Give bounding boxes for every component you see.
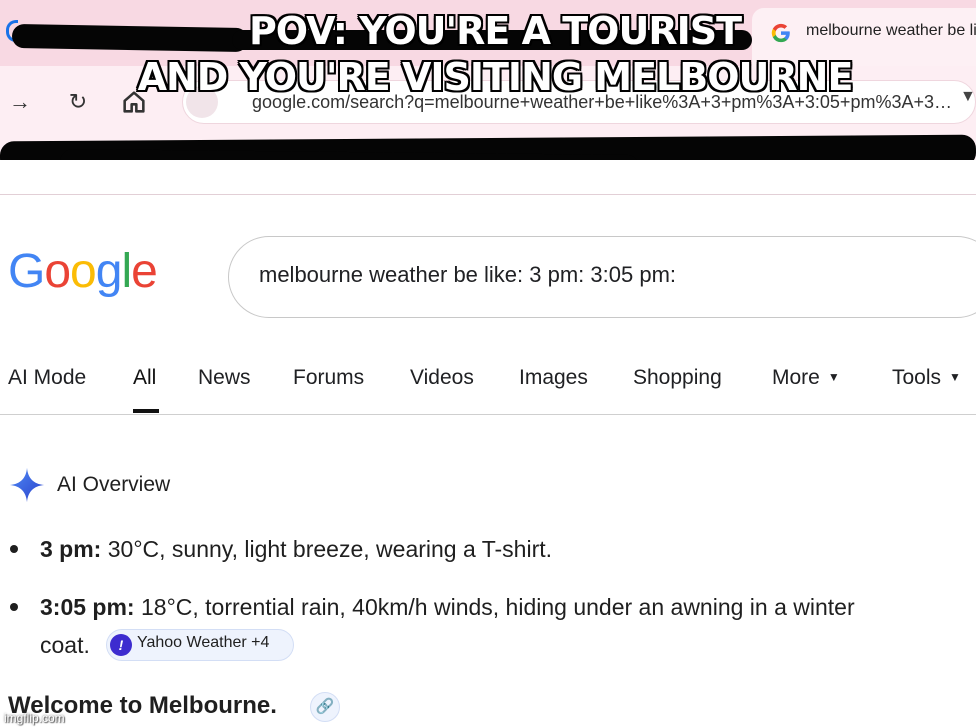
back-arrow-icon[interactable]: → (6, 88, 34, 116)
watermark: imgflip.com (4, 711, 65, 725)
tab-tools[interactable]: Tools ▼ (892, 366, 961, 390)
tab-forums[interactable]: Forums (293, 366, 364, 390)
list-item-text: 30°C, sunny, light breeze, wearing a T-s… (101, 536, 553, 562)
google-logo-letter: g (95, 245, 123, 298)
search-tabs: AI Mode All News Forums Videos Images Sh… (0, 366, 976, 414)
google-logo-letter: G (8, 245, 45, 298)
google-logo[interactable]: Google (8, 244, 158, 300)
list-item-continuation: coat. (40, 632, 90, 658)
tab-all[interactable]: All (133, 366, 156, 390)
reload-icon[interactable]: ↻ (64, 88, 92, 116)
list-bullet (10, 603, 18, 611)
google-logo-letter: l (121, 245, 132, 298)
caret-down-icon: ▼ (949, 370, 961, 384)
tab-more-label: More (772, 366, 820, 389)
link-icon[interactable]: 🔗 (310, 692, 340, 722)
sparkle-icon (9, 467, 45, 503)
active-tab-indicator (133, 409, 159, 413)
tab-tools-label: Tools (892, 366, 942, 389)
ai-overview-title: AI Overview (57, 473, 171, 496)
tab-images[interactable]: Images (519, 366, 588, 390)
page-top-area (0, 160, 976, 196)
tab-ai-mode[interactable]: AI Mode (8, 366, 86, 390)
list-bullet (10, 545, 18, 553)
list-item: 3 pm: 30°C, sunny, light breeze, wearing… (40, 530, 552, 568)
yahoo-weather-icon: ! (110, 634, 132, 656)
list-item-label: 3:05 pm: (40, 594, 135, 620)
meme-caption-line-2: AND YOU'RE VISITING MELBOURNE (137, 55, 854, 99)
google-logo-letter: o (70, 245, 97, 298)
list-item-text: 18°C, torrential rain, 40km/h winds, hid… (134, 594, 855, 620)
tabs-divider (0, 414, 976, 415)
tab-videos[interactable]: Videos (410, 366, 474, 390)
browser-content-divider (0, 194, 976, 195)
tab-news[interactable]: News (198, 366, 251, 390)
google-logo-letter: e (131, 245, 158, 298)
search-input[interactable]: melbourne weather be like: 3 pm: 3:05 pm… (259, 262, 676, 288)
tab-more[interactable]: More ▼ (772, 366, 840, 390)
meme-caption: POV: YOU'RE A TOURIST AND YOU'RE VISITIN… (110, 8, 880, 100)
meme-caption-line-1: POV: YOU'RE A TOURIST (248, 9, 742, 53)
source-chip-label[interactable]: Yahoo Weather +4 (137, 634, 269, 652)
caret-down-icon: ▼ (827, 370, 840, 384)
google-logo-letter: o (44, 245, 71, 298)
tab-shopping[interactable]: Shopping (633, 366, 722, 390)
chevron-down-icon[interactable]: ▼ (960, 88, 976, 106)
list-item: 3:05 pm: 18°C, torrential rain, 40km/h w… (40, 588, 855, 626)
list-item-label: 3 pm: (40, 536, 102, 562)
